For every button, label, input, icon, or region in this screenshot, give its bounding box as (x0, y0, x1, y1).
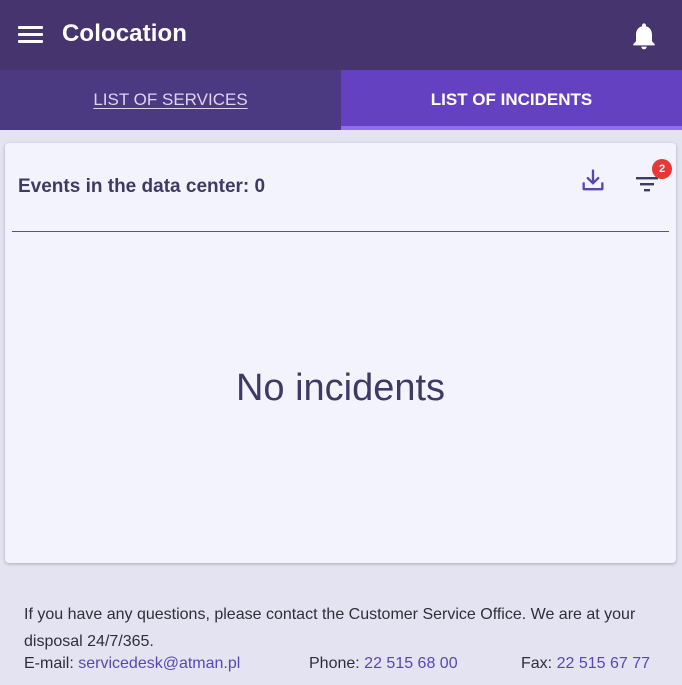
bell-icon[interactable] (628, 20, 660, 52)
fax-label: Fax: (521, 655, 553, 672)
empty-state-message: No incidents (235, 367, 446, 409)
divider (12, 231, 669, 232)
email-contact: E-mail: servicedesk@atman.pl (24, 655, 240, 673)
phone-link[interactable]: 22 515 68 00 (364, 655, 457, 672)
phone-contact: Phone: 22 515 68 00 (309, 655, 458, 673)
fax-contact: Fax: 22 515 67 77 (521, 655, 650, 673)
incidents-card: Events in the data center: 0 2 No incide… (5, 143, 676, 563)
footer-note: If you have any questions, please contac… (24, 606, 636, 650)
tab-bar: LIST OF SERVICES LIST OF INCIDENTS (0, 70, 682, 130)
app-title: Colocation (62, 20, 187, 47)
events-count-title: Events in the data center: 0 (18, 176, 266, 197)
tab-label: LIST OF SERVICES (93, 90, 248, 109)
app-bar: Colocation (0, 0, 682, 70)
contact-row: E-mail: servicedesk@atman.pl Phone: 22 5… (24, 655, 664, 682)
filter-count-badge: 2 (652, 159, 672, 179)
email-link[interactable]: servicedesk@atman.pl (78, 655, 240, 672)
email-label: E-mail: (24, 655, 74, 672)
fax-link[interactable]: 22 515 67 77 (557, 655, 650, 672)
tab-list-of-services[interactable]: LIST OF SERVICES (0, 70, 341, 130)
menu-icon[interactable] (18, 24, 43, 46)
phone-label: Phone: (309, 655, 360, 672)
tab-label: LIST OF INCIDENTS (430, 90, 593, 109)
tab-list-of-incidents[interactable]: LIST OF INCIDENTS (341, 70, 682, 130)
download-icon[interactable] (579, 167, 607, 195)
